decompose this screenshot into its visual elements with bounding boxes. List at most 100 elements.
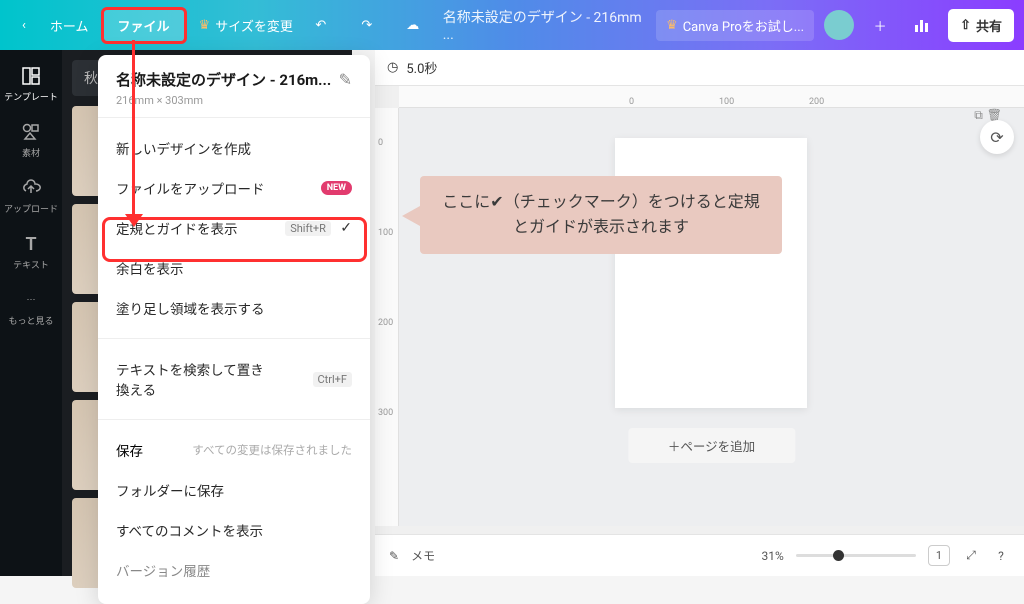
- file-dropdown-menu: 名称未設定のデザイン - 216m... ✎ 216mm × 303mm 新しい…: [98, 55, 370, 604]
- annotation-arrow: [132, 40, 135, 220]
- menu-label: テキストを検索して置き換える: [116, 359, 276, 399]
- horizontal-ruler: 0 100 200: [399, 86, 1024, 108]
- header-center: ↶ ↷ ☁ 名称未設定のデザイン - 216mm ...: [305, 7, 656, 43]
- notes-button[interactable]: メモ: [411, 547, 435, 564]
- annotation-callout: ここに✔（チェックマーク）をつけると定規とガイドが表示されます: [420, 176, 782, 254]
- notes-icon: ✎: [389, 549, 399, 563]
- file-menu-upload[interactable]: ファイルをアップロード NEW: [98, 168, 370, 208]
- zoom-slider[interactable]: [796, 554, 916, 557]
- ruler-tick: 100: [378, 228, 393, 238]
- duration-label[interactable]: 5.0秒: [406, 58, 437, 77]
- sidebar-item-elements[interactable]: 素材: [0, 112, 62, 168]
- keyboard-shortcut: Shift+R: [285, 221, 331, 236]
- share-button[interactable]: ⇧ 共有: [948, 9, 1014, 42]
- menu-label: 余白を表示: [116, 258, 184, 278]
- bottom-bar: ✎ メモ 31% 1 ⤢ ?: [375, 534, 1024, 576]
- pro-trial-button[interactable]: ♛ Canva Proをお試し...: [656, 10, 814, 41]
- ruler-tick: 100: [719, 97, 734, 107]
- refresh-icon: ⟳: [990, 128, 1003, 147]
- top-header: ‹ ホーム ファイル ♛ サイズを変更 ↶ ↷ ☁ 名称未設定のデザイン - 2…: [0, 0, 1024, 50]
- back-button[interactable]: ‹: [10, 10, 38, 41]
- help-button[interactable]: ?: [992, 547, 1010, 565]
- sidebar-item-label: 素材: [22, 146, 40, 159]
- save-status: すべての変更は保存されました: [192, 442, 352, 458]
- sidebar-item-templates[interactable]: テンプレート: [0, 56, 62, 112]
- canvas-area: ◷ 5.0秒 0 100 200 0 100 200 300 ⧉ 🗑 ⟳ ＋ペー…: [375, 50, 1024, 576]
- file-menu-new-design[interactable]: 新しいデザインを作成: [98, 128, 370, 168]
- menu-label: ファイルをアップロード: [116, 178, 265, 198]
- file-menu-bleed[interactable]: 塗り足し領域を表示する: [98, 288, 370, 328]
- rulers-shortcut-group: Shift+R ✓: [285, 220, 352, 236]
- file-menu-dimensions: 216mm × 303mm: [98, 94, 370, 107]
- vertical-ruler: 0 100 200 300: [375, 108, 399, 526]
- zoom-slider-handle[interactable]: [833, 550, 844, 561]
- page-indicator[interactable]: 1: [928, 545, 950, 566]
- templates-icon: [20, 65, 42, 87]
- clock-icon: ◷: [387, 60, 398, 75]
- resize-label: サイズを変更: [215, 16, 293, 35]
- ruler-tick: 200: [809, 97, 824, 107]
- new-badge: NEW: [321, 181, 352, 195]
- ruler-tick: 0: [629, 97, 634, 107]
- ruler-tick: 300: [378, 408, 393, 418]
- redo-button[interactable]: ↷: [351, 9, 383, 41]
- crown-icon: ♛: [666, 18, 678, 33]
- ruler-tick: 200: [378, 318, 393, 328]
- crown-icon: ♛: [199, 18, 211, 33]
- divider: [98, 338, 370, 339]
- text-icon: T: [20, 233, 42, 255]
- divider: [98, 117, 370, 118]
- bar-chart-icon: [913, 16, 931, 34]
- header-right: ♛ Canva Proをお試し... ＋ ⇧ 共有: [656, 9, 1014, 42]
- menu-label: 新しいデザインを作成: [116, 138, 251, 158]
- document-title[interactable]: 名称未設定のデザイン - 216mm ...: [443, 7, 656, 43]
- duplicate-page-icon[interactable]: ⧉: [974, 108, 983, 123]
- file-menu-version-history[interactable]: バージョン履歴: [98, 550, 370, 590]
- more-icon: ⋯: [20, 289, 42, 311]
- menu-label: 保存: [116, 440, 143, 460]
- add-button[interactable]: ＋: [864, 9, 896, 41]
- ruler-tick: 0: [378, 138, 383, 148]
- cloud-sync-icon: ☁: [397, 9, 429, 41]
- divider: [98, 419, 370, 420]
- pro-label: Canva Proをお試し...: [683, 16, 804, 35]
- file-menu-save-to-folder[interactable]: フォルダーに保存: [98, 470, 370, 510]
- avatar[interactable]: [824, 10, 854, 40]
- sidebar-item-more[interactable]: ⋯ もっと見る: [0, 280, 62, 336]
- upload-icon: ⇧: [960, 18, 971, 33]
- sidebar-item-label: テンプレート: [4, 90, 58, 103]
- file-menu-find-replace[interactable]: テキストを検索して置き換える Ctrl+F: [98, 349, 370, 409]
- file-menu-title: 名称未設定のデザイン - 216m...: [116, 69, 331, 90]
- menu-label: すべてのコメントを表示: [116, 520, 263, 540]
- home-button[interactable]: ホーム: [38, 8, 101, 43]
- upload-icon: [20, 177, 42, 199]
- add-page-button[interactable]: ＋ページを追加: [628, 428, 795, 463]
- check-icon: ✓: [340, 220, 352, 236]
- file-menu-show-comments[interactable]: すべてのコメントを表示: [98, 510, 370, 550]
- canvas-top-bar: ◷ 5.0秒: [375, 50, 1024, 86]
- file-menu-margins[interactable]: 余白を表示: [98, 248, 370, 288]
- elements-icon: [20, 121, 42, 143]
- keyboard-shortcut: Ctrl+F: [313, 372, 352, 387]
- zoom-value[interactable]: 31%: [762, 549, 784, 563]
- chevron-left-icon: ‹: [22, 18, 26, 33]
- undo-button[interactable]: ↶: [305, 9, 337, 41]
- file-menu-save[interactable]: 保存 すべての変更は保存されました: [98, 430, 370, 470]
- left-sidebar: テンプレート 素材 アップロード T テキスト ⋯ もっと見る: [0, 50, 62, 576]
- sidebar-item-uploads[interactable]: アップロード: [0, 168, 62, 224]
- insights-button[interactable]: [906, 9, 938, 41]
- menu-label: 塗り足し領域を表示する: [116, 298, 265, 318]
- share-label: 共有: [976, 16, 1002, 35]
- edit-title-icon[interactable]: ✎: [339, 70, 352, 89]
- canvas-body[interactable]: ⧉ 🗑 ⟳ ＋ページを追加: [399, 108, 1024, 526]
- sidebar-item-label: もっと見る: [8, 314, 53, 327]
- sidebar-item-text[interactable]: T テキスト: [0, 224, 62, 280]
- menu-label: フォルダーに保存: [116, 480, 224, 500]
- fullscreen-button[interactable]: ⤢: [962, 547, 980, 565]
- sidebar-item-label: アップロード: [4, 202, 58, 215]
- resize-button[interactable]: ♛ サイズを変更: [187, 8, 305, 43]
- sidebar-item-label: テキスト: [13, 258, 49, 271]
- file-menu-button[interactable]: ファイル: [101, 7, 187, 44]
- reset-view-button[interactable]: ⟳: [980, 120, 1014, 154]
- file-menu-title-row: 名称未設定のデザイン - 216m... ✎: [98, 69, 370, 94]
